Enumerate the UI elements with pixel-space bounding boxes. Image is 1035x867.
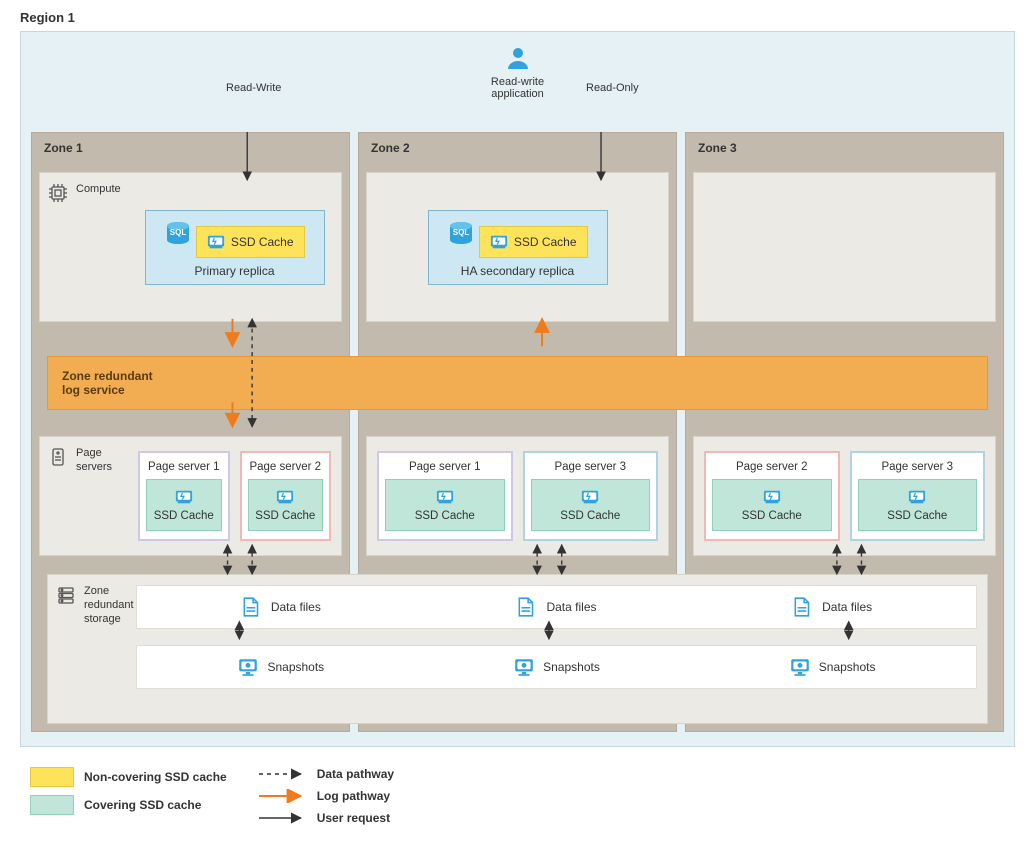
secondary-replica-card: SSD Cache HA secondary replica	[428, 210, 608, 285]
legend-noncover: Non-covering SSD cache	[30, 767, 227, 787]
document-icon	[792, 596, 814, 618]
snapshot-item: Snapshots	[513, 656, 600, 678]
pageservers-zone3: Page server 2 SSD Cache Page server 3 SS…	[693, 436, 996, 556]
data-files-item: Data files	[241, 596, 321, 618]
zones-outer: Zone 1 Zone 2 Zone 3 Compute	[31, 132, 1004, 732]
ssd-noncover-badge: SSD Cache	[479, 226, 588, 258]
ssd-icon	[276, 488, 294, 506]
storage-label: Zone redundant storage	[84, 585, 134, 626]
ro-label: Read-Only	[586, 82, 639, 94]
page-server-card: Page server 1 SSD Cache	[138, 451, 230, 541]
orange-arrow-icon	[257, 789, 307, 803]
ssd-icon	[207, 233, 225, 251]
ssd-cover-badge: SSD Cache	[146, 479, 222, 531]
ssd-cover-badge: SSD Cache	[248, 479, 324, 531]
page-server-card: Page server 1 SSD Cache	[377, 451, 513, 541]
app-row: Read-write application Read-Write Read-O…	[31, 42, 1004, 132]
secondary-replica-name: HA secondary replica	[437, 264, 599, 278]
snapshot-icon	[789, 656, 811, 678]
snapshot-icon	[237, 656, 259, 678]
swatch-green	[30, 795, 74, 815]
page-server-card: Page server 2 SSD Cache	[704, 451, 840, 541]
dashed-arrow-icon	[257, 767, 307, 781]
ssd-noncover-badge: SSD Cache	[196, 226, 305, 258]
page-server-card: Page server 3 SSD Cache	[523, 451, 659, 541]
data-files-item: Data files	[792, 596, 872, 618]
compute-zone2: SSD Cache HA secondary replica	[366, 172, 669, 322]
black-arrow-icon	[257, 811, 307, 825]
region-title: Region 1	[0, 0, 1035, 31]
pageservers-zone2: Page server 1 SSD Cache Page server 3 SS…	[366, 436, 669, 556]
legend-data-pathway: Data pathway	[257, 767, 394, 781]
swatch-yellow	[30, 767, 74, 787]
region-container: Read-write application Read-Write Read-O…	[20, 31, 1015, 747]
primary-replica-card: SSD Cache Primary replica	[145, 210, 325, 285]
snapshot-item: Snapshots	[237, 656, 324, 678]
ssd-icon	[490, 233, 508, 251]
zone-overlay: Compute SSD Cache Primary replica	[31, 132, 1004, 732]
data-files-row: Data files Data files Data files	[136, 585, 977, 629]
log-service-band: Zone redundant log service	[47, 356, 988, 410]
pageservers-label: Page servers	[76, 447, 120, 475]
legend: Non-covering SSD cache Covering SSD cach…	[0, 759, 1035, 839]
legend-user-request: User request	[257, 811, 394, 825]
page-server-card: Page server 2 SSD Cache	[240, 451, 332, 541]
server-icon	[48, 447, 68, 467]
sql-database-icon	[447, 221, 475, 245]
compute-label: Compute	[40, 173, 128, 321]
snapshot-icon	[513, 656, 535, 678]
compute-zone3-empty	[693, 172, 996, 322]
legend-cover: Covering SSD cache	[30, 795, 227, 815]
document-icon	[516, 596, 538, 618]
pageservers-zone1: Page servers Page server 1 SSD Cache Pag…	[39, 436, 342, 556]
data-files-item: Data files	[516, 596, 596, 618]
snapshots-row: Snapshots Snapshots Snapshots	[136, 645, 977, 689]
app-caption: Read-write application	[478, 76, 558, 100]
sql-database-icon	[164, 221, 192, 245]
chip-icon	[48, 183, 68, 203]
storage-icon	[56, 585, 76, 605]
user-icon: Read-write application	[478, 46, 558, 100]
storage-section: Zone redundant storage Data files Data f…	[47, 574, 988, 724]
snapshot-item: Snapshots	[789, 656, 876, 678]
primary-replica-name: Primary replica	[154, 264, 316, 278]
page-server-card: Page server 3 SSD Cache	[850, 451, 986, 541]
rw-label: Read-Write	[226, 82, 281, 94]
compute-zone1: Compute SSD Cache Primary replica	[39, 172, 342, 322]
compute-row: Compute SSD Cache Primary replica	[31, 166, 1004, 328]
document-icon	[241, 596, 263, 618]
pageservers-row: Page servers Page server 1 SSD Cache Pag…	[31, 430, 1004, 562]
ssd-icon	[175, 488, 193, 506]
legend-log-pathway: Log pathway	[257, 789, 394, 803]
